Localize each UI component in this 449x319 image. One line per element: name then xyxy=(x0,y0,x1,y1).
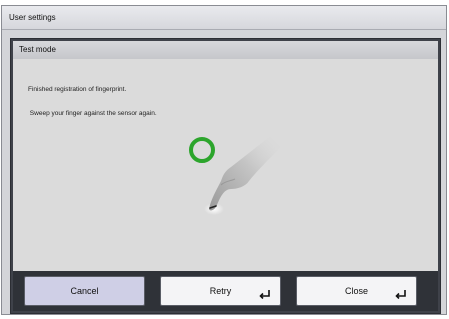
close-button[interactable]: Close xyxy=(296,276,417,306)
status-message-line-1: Finished registration of fingerprint. xyxy=(28,86,127,93)
finger-swipe-icon xyxy=(204,131,281,215)
test-mode-dialog: Test mode Finished registration of finge… xyxy=(10,38,441,314)
cancel-button-label: Cancel xyxy=(70,286,99,296)
enter-key-icon xyxy=(395,290,406,299)
status-message: Finished registration of fingerprint. Sw… xyxy=(28,70,157,134)
button-bar: Cancel Retry Close xyxy=(13,271,438,311)
cancel-button[interactable]: Cancel xyxy=(24,276,145,306)
user-settings-window: User settings Test mode Finished registr… xyxy=(1,5,447,315)
dialog-content: Finished registration of fingerprint. Sw… xyxy=(13,59,438,271)
retry-button[interactable]: Retry xyxy=(160,276,281,306)
dialog-title: Test mode xyxy=(13,41,438,59)
status-message-line-2: Sweep your finger against the sensor aga… xyxy=(28,110,157,117)
window-title: User settings xyxy=(2,6,446,30)
enter-key-icon xyxy=(259,290,270,299)
